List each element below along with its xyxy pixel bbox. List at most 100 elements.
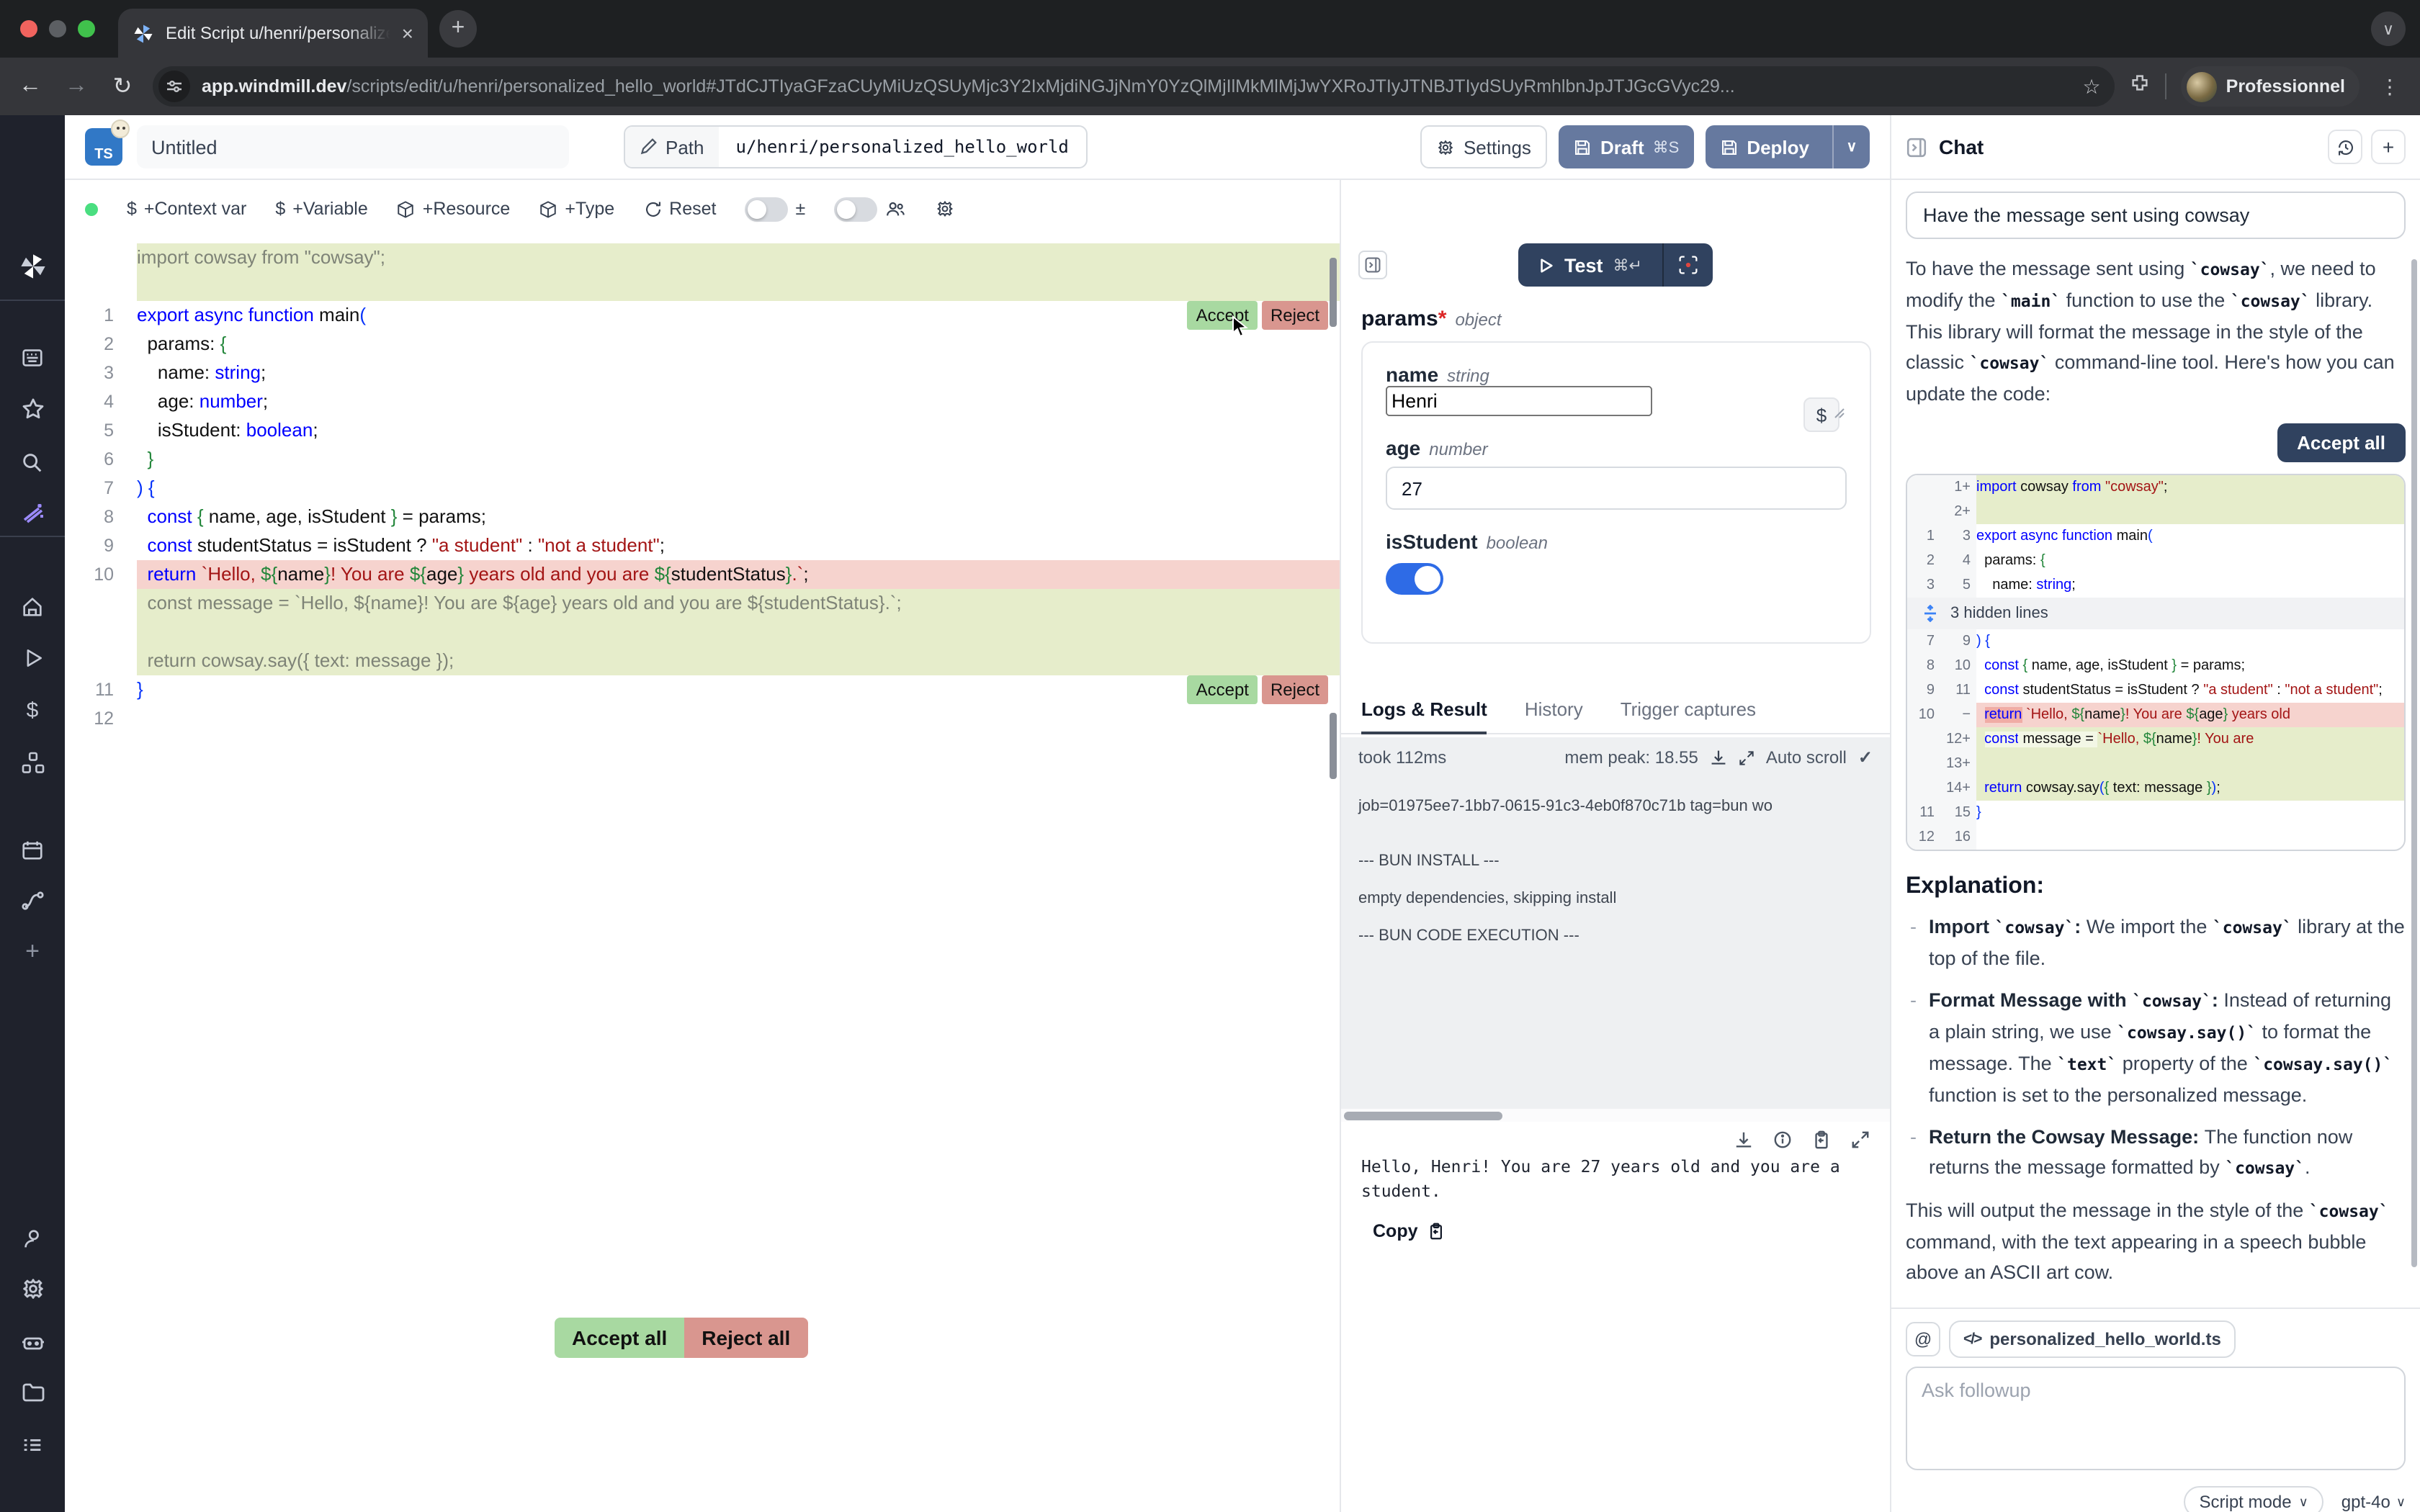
code-line[interactable]: const message = `Hello, ${name}! You are… [65,589,1340,618]
code-line[interactable]: import cowsay from "cowsay"; [65,243,1340,272]
tab-trigger-captures[interactable]: Trigger captures [1621,690,1756,733]
new-chat-button[interactable]: + [2371,130,2406,164]
multiplayer-toggle[interactable] [834,197,877,221]
minimize-window-button[interactable] [49,20,66,37]
chat-accept-all-button[interactable]: Accept all [2277,423,2406,462]
sidebar-item-home[interactable] [0,588,65,625]
code-line[interactable]: 6 } [65,445,1340,474]
code-line[interactable]: 8 const { name, age, isStudent } = param… [65,503,1340,531]
browser-tab[interactable]: Edit Script u/henri/personalize × [118,9,428,58]
add-context-var-button[interactable]: $+Context var [127,199,246,219]
info-icon[interactable] [1773,1130,1792,1149]
reject-all-button[interactable]: Reject all [684,1318,807,1358]
address-bar[interactable]: app.windmill.dev/scripts/edit/u/henri/pe… [153,66,2115,107]
back-icon[interactable]: ← [14,73,46,99]
logs-horizontal-scrollbar[interactable] [1341,1109,1890,1122]
age-field[interactable] [1386,467,1847,510]
sidebar-item-favorites[interactable] [0,390,65,428]
windmill-logo[interactable] [0,248,65,285]
scrollbar-mark[interactable] [1330,258,1337,327]
code-line[interactable]: 1export async function main(AcceptReject [65,301,1340,330]
code-line[interactable]: 10 return `Hello, ${name}! You are ${age… [65,560,1340,589]
copy-result-button[interactable]: Copy [1373,1221,1870,1241]
forward-icon[interactable]: → [60,73,92,99]
add-resource-button[interactable]: +Resource [397,199,511,219]
tab-history[interactable]: History [1525,690,1583,733]
collapse-panel-icon[interactable] [1358,251,1387,279]
script-summary-input[interactable]: Untitled [137,125,569,168]
sidebar-item-workers[interactable] [0,1323,65,1361]
chat-panel-icon[interactable] [1906,136,1927,158]
isstudent-toggle[interactable] [1386,563,1443,595]
reset-button[interactable]: Reset [643,199,716,219]
code-lines[interactable]: import cowsay from "cowsay"; 1export asy… [65,238,1340,733]
code-line[interactable]: 7) { [65,474,1340,503]
chat-diff-block[interactable]: 1+import cowsay from "cowsay";2+ 13expor… [1906,474,2406,851]
close-window-button[interactable] [20,20,37,37]
code-line[interactable]: 4 age: number; [65,387,1340,416]
model-select[interactable]: gpt-4o∨ [2341,1492,2406,1512]
code-line[interactable]: return cowsay.say({ text: message }); [65,647,1340,675]
code-line[interactable] [65,618,1340,647]
code-line[interactable]: 12 [65,704,1340,733]
new-tab-button[interactable]: + [439,10,477,48]
expand-result-icon[interactable] [1851,1130,1870,1149]
code-line[interactable]: 11}AcceptReject [65,675,1340,704]
mode-select[interactable]: Script mode∨ [2184,1486,2324,1512]
search-icon[interactable] [0,444,65,481]
reject-hunk-button[interactable]: Reject [1262,675,1328,704]
chat-messages[interactable]: Have the message sent using cowsay To ha… [1891,180,2420,1308]
tab-search-button[interactable]: ∨ [2371,12,2406,46]
extensions-icon[interactable] [2130,72,2151,101]
sidebar-item-users[interactable] [0,1220,65,1257]
code-line[interactable]: 2 params: { [65,330,1340,359]
download-result-icon[interactable] [1734,1130,1753,1149]
url-text[interactable]: app.windmill.dev/scripts/edit/u/henri/pe… [202,76,2071,96]
sidebar-item-resources[interactable] [0,744,65,782]
copy-json-icon[interactable] [1812,1130,1831,1149]
browser-profile[interactable]: Professionnel [2182,66,2360,107]
path-chip[interactable]: Path u/henri/personalized_hello_world [624,125,1088,168]
sidebar-item-folders[interactable] [0,1374,65,1411]
draft-button[interactable]: Draft ⌘S [1559,125,1693,168]
tab-close-icon[interactable]: × [402,22,413,45]
deploy-dropdown-chevron[interactable]: ∨ [1832,125,1870,168]
reject-hunk-button[interactable]: Reject [1262,301,1328,330]
bookmark-star-icon[interactable]: ☆ [2083,74,2101,99]
context-file-chip[interactable]: </> personalized_hello_world.ts [1949,1320,2236,1358]
scrollbar-mark[interactable] [1330,713,1337,779]
hidden-lines-row[interactable]: 3 hidden lines [1907,598,2404,629]
sidebar-item-routes[interactable] [0,881,65,919]
settings-button[interactable]: Settings [1420,125,1547,168]
deploy-button[interactable]: Deploy ∨ [1705,125,1870,168]
resize-handle[interactable] [1834,408,1845,419]
sidebar-item-logs[interactable] [0,1426,65,1463]
chat-scrollbar[interactable] [2411,259,2417,1267]
accept-hunk-button[interactable]: Accept [1188,675,1258,704]
reload-icon[interactable]: ↻ [107,72,138,101]
code-line[interactable]: 9 const studentStatus = isStudent ? "a s… [65,531,1340,560]
code-line[interactable]: 5 isStudent: boolean; [65,416,1340,445]
expand-logs-icon[interactable] [1739,750,1754,765]
mention-button[interactable]: @ [1906,1322,1940,1356]
code-line[interactable] [65,272,1340,301]
add-variable-button[interactable]: $+Variable [275,199,367,219]
browser-menu-icon[interactable]: ⋮ [2374,74,2406,99]
window-controls[interactable] [20,20,95,37]
ai-wand-icon[interactable] [0,494,65,531]
code-editor[interactable]: import cowsay from "cowsay"; 1export asy… [65,238,1340,1512]
editor-settings-gear-icon[interactable] [935,199,955,219]
sidebar-item-apps[interactable] [0,338,65,376]
download-logs-icon[interactable] [1710,749,1727,766]
run-logs[interactable]: job=01975ee7-1bb7-0615-91c3-4eb0f870c71b… [1341,778,1890,1109]
autoscroll-label[interactable]: Auto scroll [1766,747,1847,768]
tab-logs-result[interactable]: Logs & Result [1361,690,1487,734]
code-line[interactable]: 3 name: string; [65,359,1340,387]
add-type-button[interactable]: +Type [539,199,614,219]
sidebar-item-more[interactable]: + [0,933,65,971]
accept-all-button[interactable]: Accept all [555,1318,684,1358]
chat-history-button[interactable] [2328,130,2362,164]
name-field[interactable] [1386,386,1652,416]
sidebar-item-schedules[interactable] [0,831,65,868]
sidebar-item-variables[interactable]: $ [0,691,65,729]
